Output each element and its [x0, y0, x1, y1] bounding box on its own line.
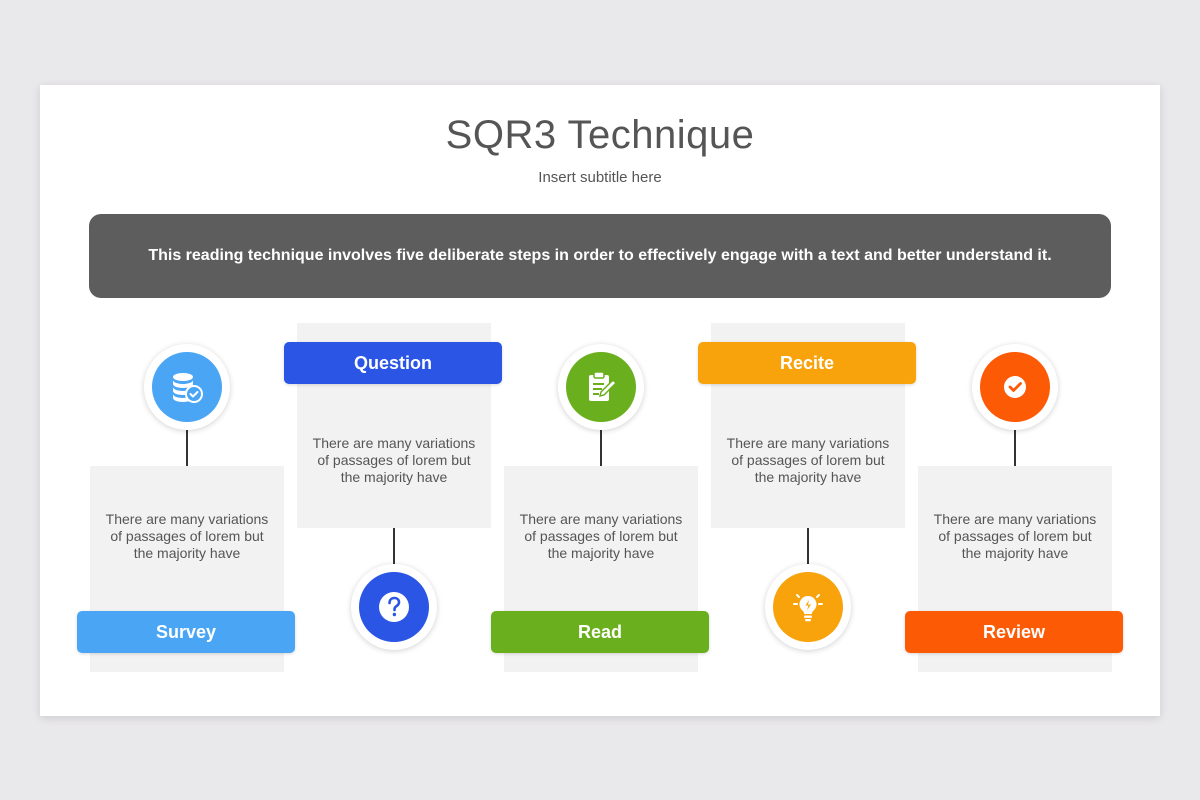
banner-text: This reading technique involves five del… — [148, 247, 1052, 264]
step-text-recite: There are many variations of passages of… — [726, 435, 890, 485]
connector-line — [1014, 430, 1016, 466]
slide-subtitle: Insert subtitle here — [538, 169, 662, 186]
step-text-read: There are many variations of passages of… — [519, 511, 683, 561]
step-icon-review — [972, 344, 1058, 430]
step-label-survey: Survey — [77, 611, 295, 653]
step-text-review: There are many variations of passages of… — [933, 511, 1097, 561]
slide-title: SQR3 Technique — [445, 113, 755, 157]
connector-line — [600, 430, 602, 466]
step-label-read: Read — [491, 611, 709, 653]
slide: SQR3 Technique Insert subtitle here This… — [40, 85, 1160, 716]
connector-line — [807, 528, 809, 564]
question-icon — [379, 592, 409, 622]
description-banner: This reading technique involves five del… — [89, 214, 1111, 298]
step-label-question: Question — [284, 342, 502, 384]
step-icon-read — [558, 344, 644, 430]
document-pencil-icon — [589, 371, 618, 401]
connector-line — [186, 430, 188, 466]
database-check-icon — [173, 373, 203, 403]
connector-line — [393, 528, 395, 564]
step-text-question: There are many variations of passages of… — [312, 435, 476, 485]
lightbulb-icon — [793, 594, 823, 622]
check-badge-icon — [1004, 376, 1026, 398]
step-icon-recite — [765, 564, 851, 650]
step-label-recite: Recite — [698, 342, 916, 384]
step-text-survey: There are many variations of passages of… — [105, 511, 269, 561]
step-icon-survey — [144, 344, 230, 430]
step-icon-question — [351, 564, 437, 650]
step-label-review: Review — [905, 611, 1123, 653]
